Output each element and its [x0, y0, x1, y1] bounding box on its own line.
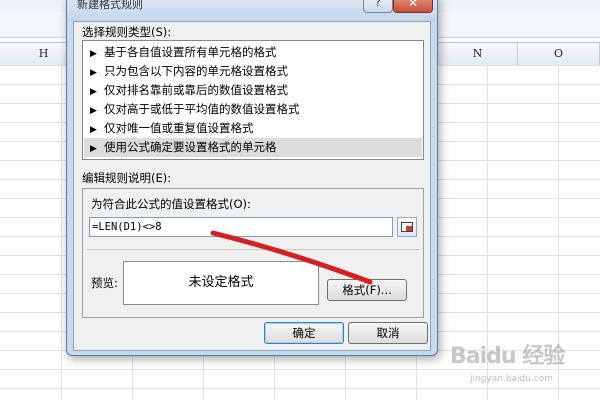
- rule-type-item[interactable]: ▶ 仅对排名靠前或靠后的数值设置格式: [84, 81, 422, 100]
- divider: [87, 249, 419, 250]
- rule-type-item[interactable]: ▶ 仅对唯一值或重复值设置格式: [84, 119, 422, 138]
- triangle-right-icon: ▶: [90, 144, 97, 154]
- new-format-rule-dialog: 新建格式规则 ? ✕ 选择规则类型(S): ▶ 基于各自值设置所有单元格的格式 ▶…: [66, 0, 438, 356]
- formula-label: 为符合此公式的值设置格式(O):: [91, 197, 251, 211]
- cancel-button[interactable]: 取消: [348, 322, 428, 344]
- rule-type-list[interactable]: ▶ 基于各自值设置所有单元格的格式 ▶ 只为包含以下内容的单元格设置格式 ▶ 仅对排名…: [82, 40, 424, 160]
- preview-label: 预览:: [91, 276, 118, 290]
- rule-type-item-selected[interactable]: ▶ 使用公式确定要设置格式的单元格: [84, 138, 422, 157]
- rule-type-label: 选择规则类型(S):: [82, 25, 172, 39]
- rule-description-box: 为符合此公式的值设置格式(O): =LEN(D1)<>8 预览: 未设定格式 格…: [82, 188, 424, 318]
- dialog-titlebar[interactable]: 新建格式规则 ? ✕: [67, 0, 437, 21]
- format-button[interactable]: 格式(F)...: [327, 279, 407, 301]
- dialog-body: 选择规则类型(S): ▶ 基于各自值设置所有单元格的格式 ▶ 只为包含以下内容的单元…: [73, 21, 431, 351]
- close-button[interactable]: ✕: [393, 0, 433, 13]
- watermark-url: jingyan.baidu.com: [470, 374, 554, 384]
- collapse-dialog-button[interactable]: [397, 217, 417, 237]
- formula-input[interactable]: =LEN(D1)<>8: [89, 217, 393, 237]
- help-button[interactable]: ?: [363, 0, 393, 13]
- ok-button[interactable]: 确定: [264, 322, 344, 344]
- range-select-icon: [401, 222, 413, 232]
- edit-rule-description-label: 编辑规则说明(E):: [82, 171, 172, 185]
- rule-type-label-text: 只为包含以下内容的单元格设置格式: [104, 64, 288, 78]
- rule-type-label-text: 使用公式确定要设置格式的单元格: [104, 140, 277, 154]
- rule-type-item[interactable]: ▶ 仅对高于或低于平均值的数值设置格式: [84, 100, 422, 119]
- dialog-title: 新建格式规则: [77, 0, 143, 11]
- rule-type-label-text: 基于各自值设置所有单元格的格式: [104, 45, 277, 59]
- rule-type-item[interactable]: ▶ 只为包含以下内容的单元格设置格式: [84, 62, 422, 81]
- baidu-watermark: Baidu 经验 jingyan.baidu.com: [448, 336, 596, 396]
- rule-type-label-text: 仅对高于或低于平均值的数值设置格式: [104, 102, 300, 116]
- rule-type-item[interactable]: ▶ 基于各自值设置所有单元格的格式: [84, 43, 422, 62]
- watermark-logo: Baidu 经验: [450, 344, 565, 369]
- column-header-o[interactable]: O: [518, 43, 600, 65]
- column-header-n[interactable]: N: [438, 43, 518, 65]
- format-preview: 未设定格式: [123, 261, 319, 305]
- rule-type-label-text: 仅对排名靠前或靠后的数值设置格式: [104, 83, 288, 97]
- rule-type-label-text: 仅对唯一值或重复值设置格式: [104, 121, 254, 135]
